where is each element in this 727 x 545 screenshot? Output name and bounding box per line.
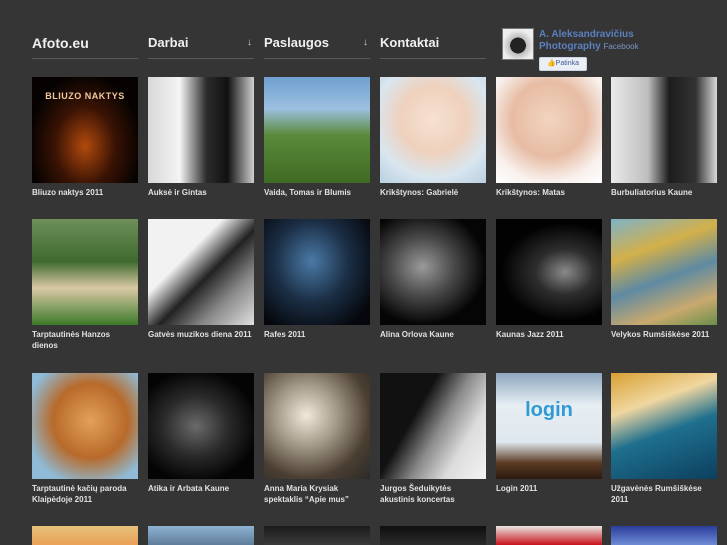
gallery-caption[interactable]: Krikštynos: Gabrielė	[380, 187, 486, 198]
thumbs-up-icon: 👍	[546, 60, 556, 67]
thumbnail-image[interactable]	[380, 77, 486, 183]
thumbnail-image[interactable]	[32, 373, 138, 479]
thumbnail-image[interactable]: login	[496, 373, 602, 479]
gallery-item[interactable]: Tarptautinė kačių paroda Klaipėdoje 2011	[32, 373, 138, 505]
gallery-item[interactable]: Kaunas Jazz 2011	[496, 219, 602, 340]
nav-item-kontaktai[interactable]: Kontaktai	[380, 28, 486, 59]
nav-item-darbai[interactable]: Darbai ↓	[148, 28, 254, 59]
gallery-caption[interactable]: Vaida, Tomas ir Blumis	[264, 187, 370, 198]
gallery-caption[interactable]: Velykos Rumšiškėse 2011	[611, 329, 717, 340]
arrow-down-icon: ↓	[363, 37, 368, 48]
gallery-item[interactable]: Anna Maria Krysiak spektaklis “Apie mus”	[264, 373, 370, 505]
gallery-item[interactable]: Tarptautinės Hanzos dienos	[32, 219, 138, 351]
gallery-caption[interactable]: Krikštynos: Matas	[496, 187, 602, 198]
gallery-caption[interactable]: Gatvės muzikos diena 2011	[148, 329, 254, 340]
thumbnail-overlay-text: BLIUZO NAKTYS	[45, 91, 125, 101]
gallery-caption[interactable]: Tarptautinė kačių paroda Klaipėdoje 2011	[32, 483, 138, 505]
thumbnail-image[interactable]	[380, 526, 486, 545]
facebook-like-button[interactable]: 👍Patinka	[539, 57, 587, 71]
gallery-item[interactable]: Gatvės muzikos diena 2011	[148, 219, 254, 340]
facebook-like-box: A. Aleksandravičius Photography Facebook…	[502, 28, 662, 71]
gallery-item[interactable]: BLIUZO NAKTYS Bliuzo naktys 2011	[32, 77, 138, 198]
gallery-item[interactable]	[148, 526, 254, 545]
thumbnail-image[interactable]	[264, 373, 370, 479]
gallery-caption[interactable]: Tarptautinės Hanzos dienos	[32, 329, 138, 351]
gallery-caption[interactable]: Bliuzo naktys 2011	[32, 187, 138, 198]
thumbnail-image[interactable]	[611, 373, 717, 479]
nav-item-paslaugos[interactable]: Paslaugos ↓	[264, 28, 370, 59]
gallery-item[interactable]	[32, 526, 138, 545]
nav-label: Paslaugos	[264, 35, 330, 50]
gallery-caption[interactable]: Rafes 2011	[264, 329, 370, 340]
thumbnail-overlay-text: login	[525, 399, 573, 421]
thumbnail-image[interactable]	[32, 526, 138, 545]
thumbnail-image[interactable]	[611, 526, 717, 545]
thumbnail-image[interactable]: BLIUZO NAKTYS	[32, 77, 138, 183]
thumbnail-image[interactable]	[380, 373, 486, 479]
gallery-item[interactable]: Jurgos Šeduikytės akustinis koncertas	[380, 373, 486, 505]
thumbnail-image[interactable]	[496, 526, 602, 545]
facebook-source-label: Facebook	[603, 42, 639, 51]
gallery-item[interactable]: Velykos Rumšiškėse 2011	[611, 219, 717, 340]
gallery-caption[interactable]: Anna Maria Krysiak spektaklis “Apie mus”	[264, 483, 370, 505]
gallery-item[interactable]	[380, 526, 486, 545]
thumbnail-image[interactable]	[496, 219, 602, 325]
gallery-item[interactable]: Auksė ir Gintas	[148, 77, 254, 198]
gallery-item[interactable]	[264, 526, 370, 545]
gallery-item[interactable]: Rafes 2011	[264, 219, 370, 340]
gallery-item[interactable]: Alina Orlova Kaune	[380, 219, 486, 340]
thumbnail-image[interactable]	[611, 219, 717, 325]
like-label: Patinka	[555, 60, 580, 67]
site-logo[interactable]: Afoto.eu	[32, 28, 138, 59]
gallery-item[interactable]: Krikštynos: Gabrielė	[380, 77, 486, 198]
gallery-item[interactable]: Užgavėnės Rumšiškėse 2011	[611, 373, 717, 505]
thumbnail-image[interactable]	[611, 77, 717, 183]
nav-label: Kontaktai	[380, 35, 440, 50]
gallery-item[interactable]: login Login 2011	[496, 373, 602, 494]
thumbnail-image[interactable]	[496, 77, 602, 183]
gallery-item[interactable]	[611, 526, 717, 545]
thumbnail-image[interactable]	[148, 373, 254, 479]
gallery-item[interactable]: Vaida, Tomas ir Blumis	[264, 77, 370, 198]
thumbnail-image[interactable]	[264, 77, 370, 183]
thumbnail-image[interactable]	[32, 219, 138, 325]
gallery-caption[interactable]: Burbuliatorius Kaune	[611, 187, 717, 198]
gallery-caption[interactable]: Atika ir Arbata Kaune	[148, 483, 254, 494]
facebook-avatar[interactable]	[502, 28, 534, 60]
thumbnail-image[interactable]	[264, 219, 370, 325]
gallery-caption[interactable]: Jurgos Šeduikytės akustinis koncertas	[380, 483, 486, 505]
thumbnail-image[interactable]	[148, 77, 254, 183]
gallery-caption[interactable]: Kaunas Jazz 2011	[496, 329, 602, 340]
gallery-item[interactable]: Burbuliatorius Kaune	[611, 77, 717, 198]
facebook-page-name[interactable]: A. Aleksandravičius Photography Facebook	[539, 29, 662, 53]
thumbnail-image[interactable]	[148, 526, 254, 545]
gallery-caption[interactable]: Užgavėnės Rumšiškėse 2011	[611, 483, 717, 505]
gallery-caption[interactable]: Login 2011	[496, 483, 602, 494]
gallery-item[interactable]: Krikštynos: Matas	[496, 77, 602, 198]
thumbnail-image[interactable]	[380, 219, 486, 325]
gallery-item[interactable]: Atika ir Arbata Kaune	[148, 373, 254, 494]
arrow-down-icon: ↓	[247, 37, 252, 48]
gallery-item[interactable]	[496, 526, 602, 545]
gallery-caption[interactable]: Alina Orlova Kaune	[380, 329, 486, 340]
gallery-caption[interactable]: Auksė ir Gintas	[148, 187, 254, 198]
nav-label: Darbai	[148, 35, 189, 50]
thumbnail-image[interactable]	[264, 526, 370, 545]
thumbnail-image[interactable]	[148, 219, 254, 325]
